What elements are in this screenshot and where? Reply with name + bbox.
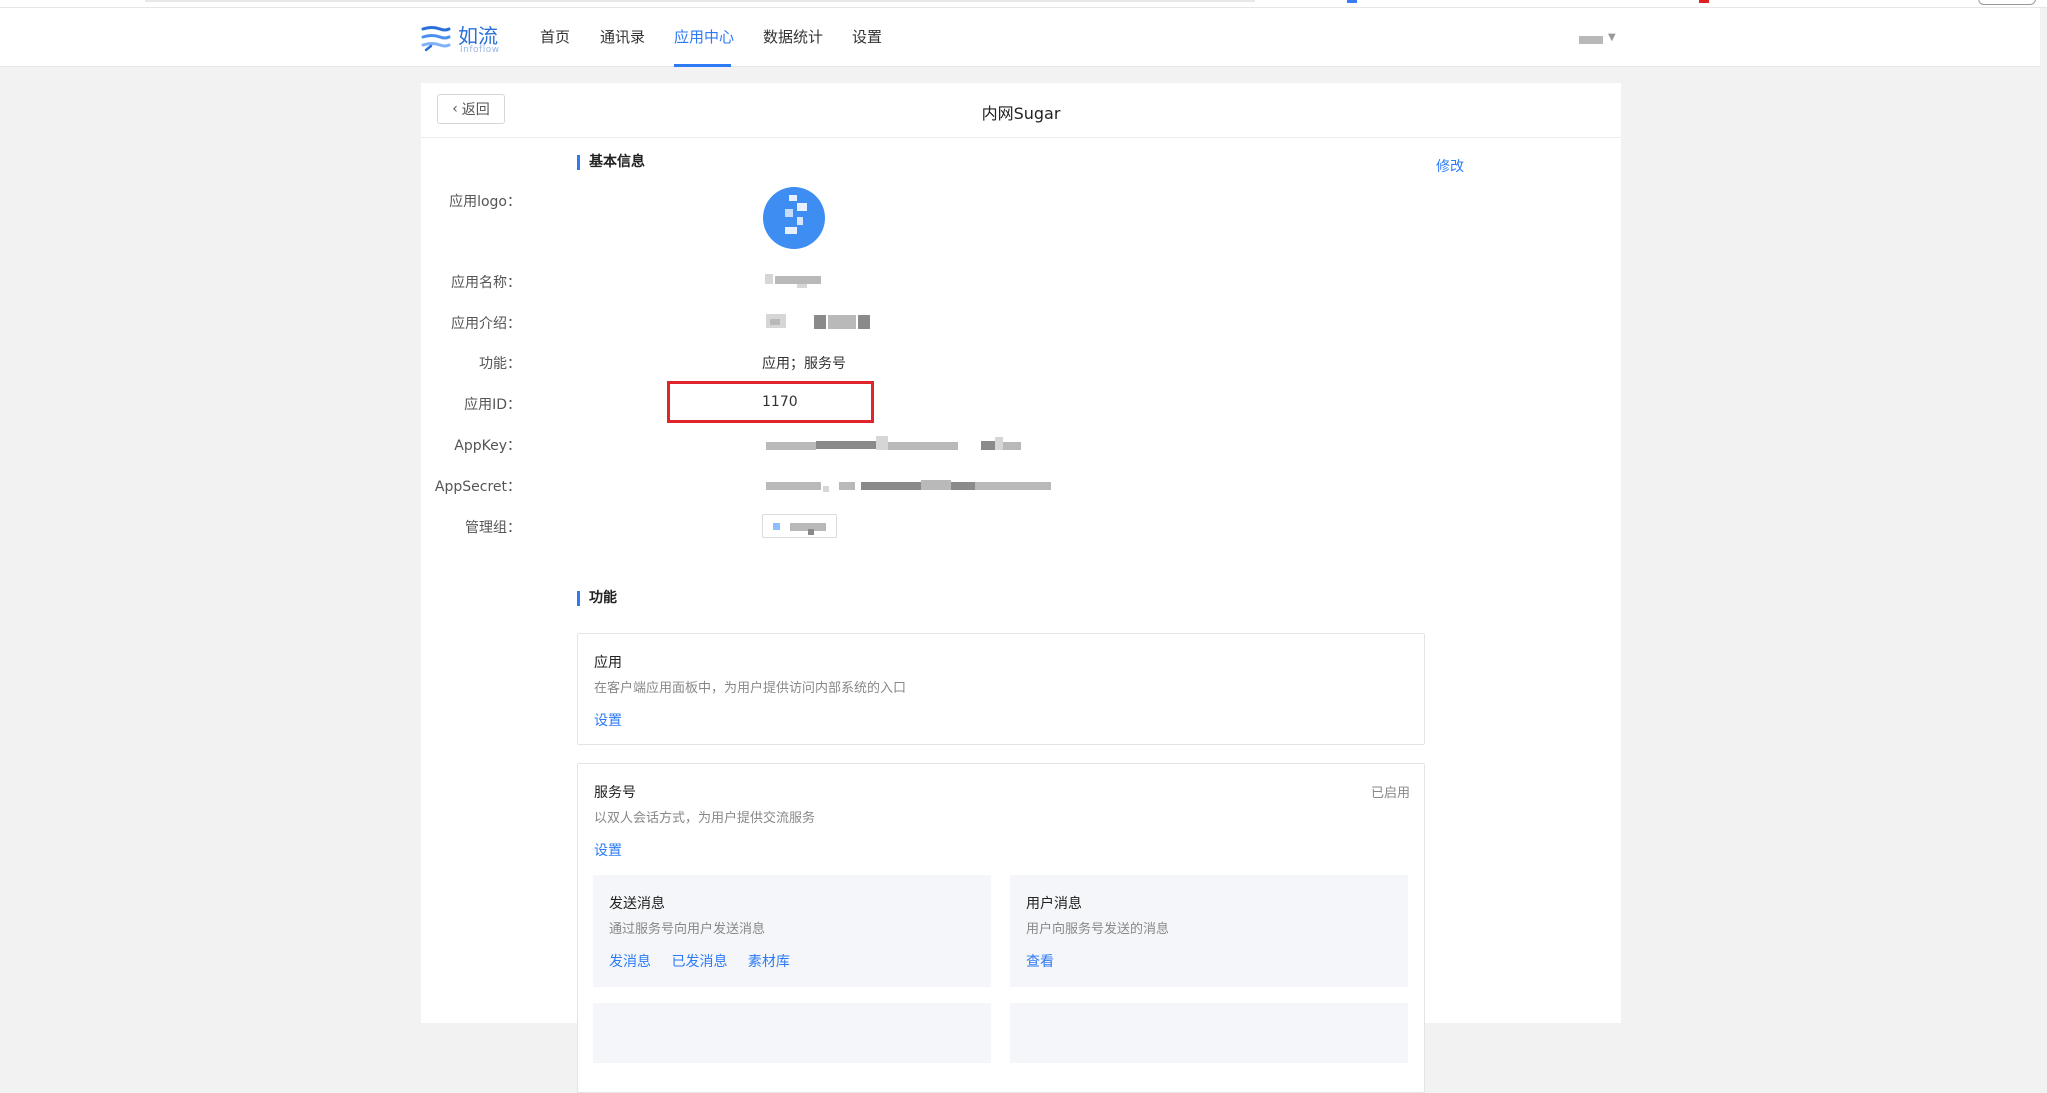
nav-item-app-center[interactable]: 应用中心 xyxy=(674,26,734,47)
card-header: ‹ 返回 内网Sugar xyxy=(421,83,1621,138)
user-name-redacted[interactable] xyxy=(1579,36,1603,44)
service-sub-card-4 xyxy=(1010,1003,1408,1063)
user-message-title: 用户消息 xyxy=(1026,896,1082,912)
nav-item-contacts[interactable]: 通讯录 xyxy=(600,26,645,47)
send-message-desc: 通过服务号向用户发送消息 xyxy=(609,922,766,937)
app-logo-avatar xyxy=(763,187,825,249)
send-message-card: 发送消息 通过服务号向用户发送消息 发消息 已发消息 素材库 xyxy=(593,875,991,987)
field-label-name: 应用名称： xyxy=(451,275,521,291)
tab-indicator-red xyxy=(1699,0,1709,3)
nav-item-home[interactable]: 首页 xyxy=(540,26,570,47)
field-label-admin-group: 管理组： xyxy=(465,520,521,536)
browser-top-strip xyxy=(0,0,2047,8)
nav-item-settings[interactable]: 设置 xyxy=(852,26,882,47)
send-message-title: 发送消息 xyxy=(609,896,665,912)
group-color-icon xyxy=(773,523,780,530)
sent-messages-link[interactable]: 已发消息 xyxy=(671,954,727,970)
edit-link[interactable]: 修改 xyxy=(1436,156,1464,176)
field-label-app-id: 应用ID： xyxy=(464,397,521,413)
user-message-desc: 用户向服务号发送的消息 xyxy=(1026,922,1170,937)
app-id-highlight-box xyxy=(667,381,874,423)
infoflow-logo-icon xyxy=(421,26,451,52)
field-label-appsecret: AppSecret： xyxy=(434,479,521,495)
view-user-messages-link[interactable]: 查看 xyxy=(1026,954,1054,970)
address-bar-edge xyxy=(145,0,1255,2)
feature-desc-app: 在客户端应用面板中，为用户提供访问内部系统的入口 xyxy=(594,681,907,696)
browser-pill-button[interactable] xyxy=(1978,0,2036,5)
app-settings-link[interactable]: 设置 xyxy=(594,710,622,730)
send-message-links: 发消息 已发消息 素材库 xyxy=(609,951,806,971)
material-library-link[interactable]: 素材库 xyxy=(748,954,790,970)
field-label-appkey: AppKey： xyxy=(454,438,521,454)
feature-title-service: 服务号 xyxy=(594,785,636,801)
page-title: 内网Sugar xyxy=(981,104,1061,123)
feature-desc-service: 以双人会话方式，为用户提供交流服务 xyxy=(594,811,816,826)
service-status-badge: 已启用 xyxy=(1370,786,1410,801)
app-detail-card: ‹ 返回 内网Sugar 基本信息 修改 应用logo： 应用名称： 应用介绍：… xyxy=(421,83,1621,1093)
active-tab-underline xyxy=(674,64,731,67)
nav-item-statistics[interactable]: 数据统计 xyxy=(763,26,823,47)
service-sub-card-3 xyxy=(593,1003,991,1063)
section-title-basic-info: 基本信息 xyxy=(577,155,645,170)
section-title-functions: 功能 xyxy=(577,591,617,606)
feature-card-service-account: 服务号 已启用 以双人会话方式，为用户提供交流服务 设置 发送消息 通过服务号向… xyxy=(577,763,1425,1093)
chevron-down-icon[interactable]: ▼ xyxy=(1608,32,1616,43)
feature-title-app: 应用 xyxy=(594,655,622,671)
service-settings-link[interactable]: 设置 xyxy=(594,840,622,860)
send-message-link[interactable]: 发消息 xyxy=(609,954,651,970)
field-label-logo: 应用logo： xyxy=(449,194,521,210)
user-message-links: 查看 xyxy=(1026,951,1070,971)
top-navbar: 如流 Infoflow 首页 通讯录 应用中心 数据统计 设置 ▼ xyxy=(0,8,2040,67)
tab-indicator-blue xyxy=(1347,0,1357,3)
field-label-function: 功能： xyxy=(479,356,521,372)
field-value-function: 应用；服务号 xyxy=(762,356,846,372)
field-label-intro: 应用介绍： xyxy=(451,316,521,332)
logo-subtitle: Infoflow xyxy=(460,45,500,55)
feature-card-app: 应用 在客户端应用面板中，为用户提供访问内部系统的入口 设置 xyxy=(577,633,1425,745)
user-message-card: 用户消息 用户向服务号发送的消息 查看 xyxy=(1010,875,1408,987)
admin-group-tag[interactable] xyxy=(762,514,837,538)
